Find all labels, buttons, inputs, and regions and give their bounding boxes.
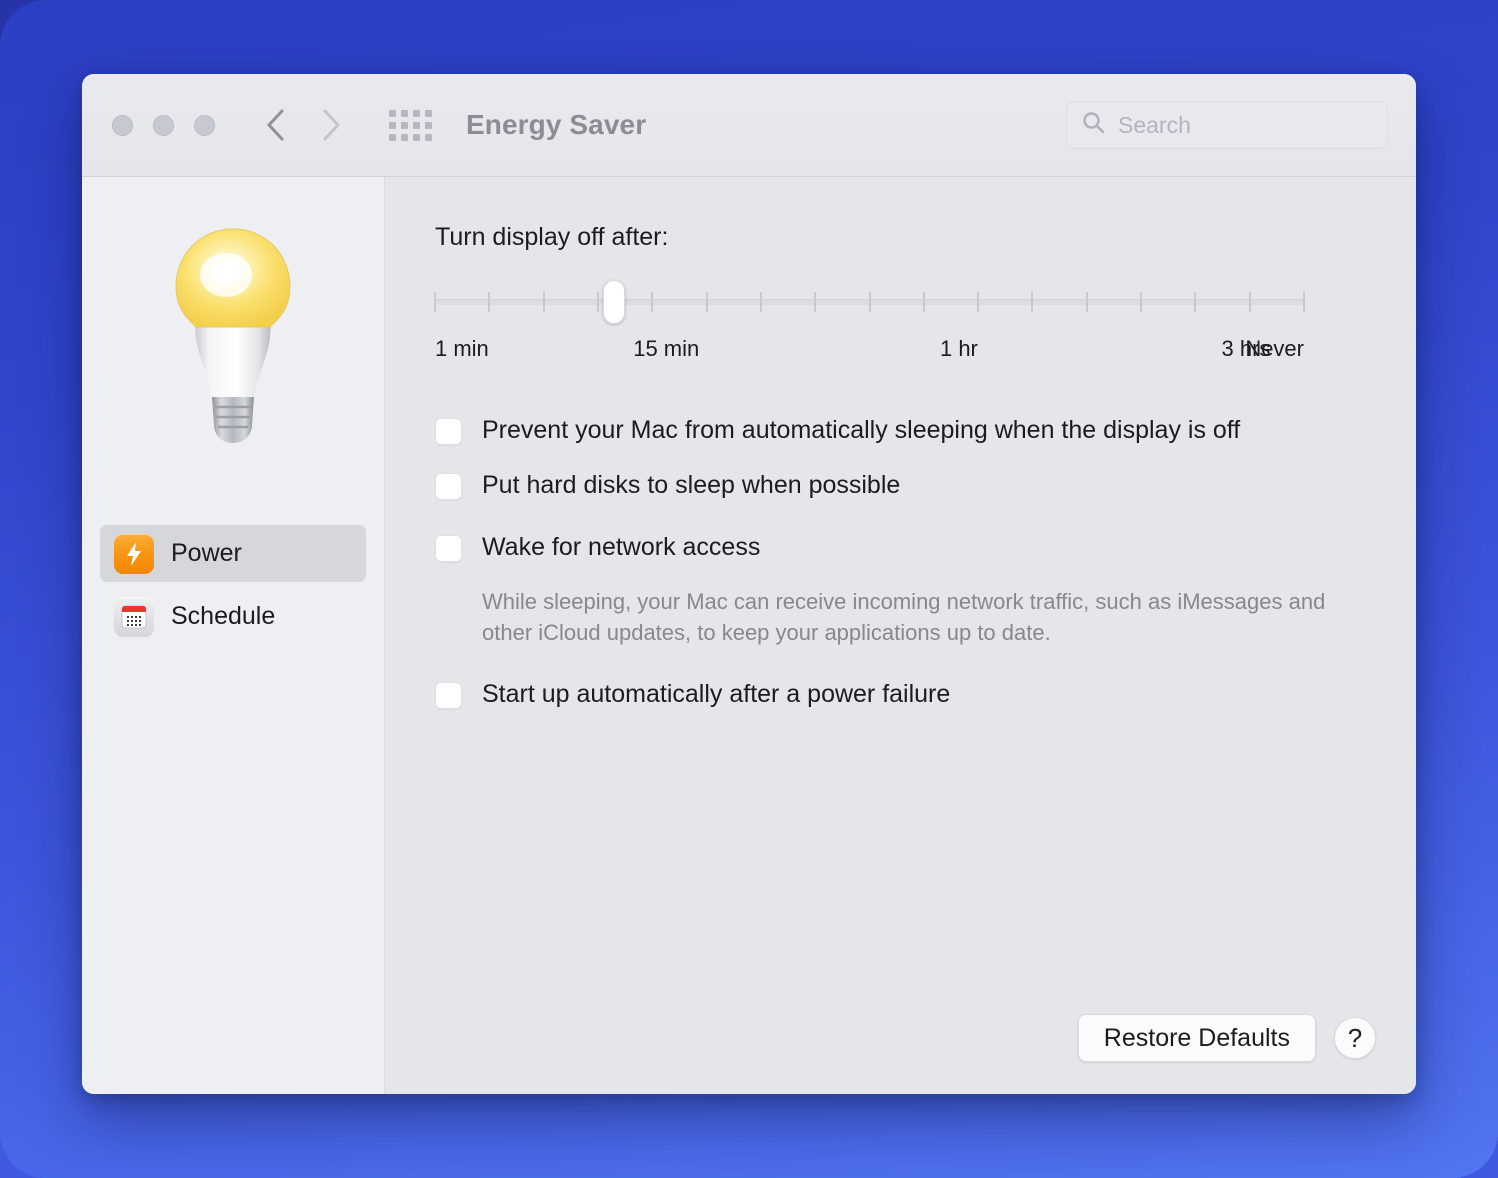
wake-network-description: While sleeping, your Mac can receive inc… — [482, 589, 1326, 646]
sidebar-item-power[interactable]: Power — [100, 525, 366, 582]
window-title: Energy Saver — [466, 109, 647, 140]
content-pane: Turn display off after: 1 min 15 min 1 hr 3… — [385, 177, 1416, 1094]
checkbox-row-wake-network[interactable]: Wake for network access — [435, 531, 1376, 563]
window-titlebar: Energy Saver Search — [82, 74, 1416, 177]
search-input[interactable]: Search — [1118, 112, 1191, 139]
grid-dot — [401, 109, 408, 117]
grid-dot — [389, 109, 396, 117]
grid-dot — [401, 121, 408, 129]
grid-dot — [413, 121, 420, 129]
screen-corner-bottom-left — [0, 1132, 46, 1178]
back-chevron-icon[interactable] — [263, 105, 289, 145]
grid-dot — [425, 121, 432, 129]
slider-ticks — [434, 292, 1305, 312]
display-sleep-slider-block: 1 min 15 min 1 hr 3 hrs Never — [434, 280, 1305, 370]
checkbox-power-failure[interactable] — [435, 682, 462, 710]
zoom-button[interactable] — [194, 114, 215, 136]
checkbox-wake-network-label: Wake for network access — [482, 533, 761, 561]
checkbox-wake-network[interactable] — [435, 535, 462, 562]
sidebar: Power Schedule — [82, 177, 385, 1094]
grid-dot — [413, 109, 420, 117]
grid-dot — [389, 121, 396, 129]
slider-tick — [596, 292, 599, 312]
show-all-preferences-icon[interactable] — [389, 109, 432, 141]
energy-saver-window: Energy Saver Search Power Schedule Turn … — [82, 74, 1416, 1094]
slider-tick — [868, 292, 871, 312]
checkbox-row-hard-disk-sleep[interactable]: Put hard disks to sleep when possible — [435, 469, 1376, 501]
checkbox-hard-disk-sleep-label: Put hard disks to sleep when possible — [482, 471, 901, 499]
checkbox-prevent-sleep-label: Prevent your Mac from automatically slee… — [482, 416, 1241, 444]
slider-tick — [1303, 292, 1305, 312]
slider-tick — [1085, 292, 1088, 312]
grid-dot — [413, 133, 420, 141]
window-body: Power Schedule Turn display off after: 1… — [82, 177, 1416, 1094]
checkbox-power-failure-label: Start up automatically after a power fai… — [482, 680, 951, 709]
search-field[interactable]: Search — [1066, 101, 1388, 149]
slider-tick — [488, 292, 491, 312]
display-sleep-slider[interactable] — [434, 280, 1305, 324]
slider-thumb[interactable] — [603, 280, 625, 324]
forward-chevron-icon[interactable] — [317, 105, 343, 145]
slider-tick — [759, 292, 762, 312]
grid-dot — [401, 133, 408, 141]
slider-tick — [1248, 292, 1251, 312]
slider-tick — [814, 292, 817, 312]
slider-tick — [705, 292, 708, 312]
grid-dot — [389, 133, 396, 141]
slider-tick — [922, 292, 925, 312]
restore-defaults-button[interactable]: Restore Defaults — [1077, 1014, 1316, 1062]
slider-label: 15 min — [633, 336, 700, 361]
navigation-arrows — [263, 105, 343, 145]
lightbulb-icon — [148, 219, 318, 459]
help-button[interactable]: ? — [1334, 1017, 1376, 1059]
slider-label: 1 min — [435, 336, 489, 361]
sidebar-item-schedule-label: Schedule — [171, 602, 276, 630]
slider-label: 1 hr — [939, 336, 978, 361]
checkbox-row-power-failure[interactable]: Start up automatically after a power fai… — [435, 678, 1376, 710]
slider-label: Never — [1245, 336, 1304, 361]
close-button[interactable] — [112, 114, 133, 136]
sidebar-item-schedule[interactable]: Schedule — [100, 588, 366, 645]
slider-tick — [651, 292, 654, 312]
slider-tick-labels: 1 min 15 min 1 hr 3 hrs Never — [435, 336, 1304, 370]
power-bolt-icon — [114, 533, 154, 574]
screen-corner-bottom-right — [1452, 1132, 1498, 1178]
search-icon — [1081, 110, 1106, 140]
slider-tick — [434, 292, 436, 312]
options-list: Prevent your Mac from automatically slee… — [435, 414, 1376, 710]
checkbox-row-prevent-sleep[interactable]: Prevent your Mac from automatically slee… — [435, 414, 1376, 446]
checkbox-prevent-sleep[interactable] — [435, 418, 462, 445]
slider-tick — [977, 292, 980, 312]
traffic-lights — [112, 114, 215, 136]
display-sleep-title: Turn display off after: — [435, 223, 669, 251]
grid-dot — [425, 133, 432, 141]
minimize-button[interactable] — [153, 114, 174, 136]
sidebar-item-power-label: Power — [171, 539, 242, 567]
footer-buttons: Restore Defaults ? — [1077, 1014, 1376, 1062]
slider-tick — [542, 292, 545, 312]
grid-dot — [425, 109, 432, 117]
calendar-icon — [114, 596, 154, 637]
slider-tick — [1140, 292, 1143, 312]
screen-corner-top-left — [0, 0, 46, 46]
slider-tick — [1031, 292, 1034, 312]
sidebar-list: Power Schedule — [82, 525, 384, 645]
slider-tick — [1194, 292, 1197, 312]
checkbox-hard-disk-sleep[interactable] — [435, 473, 462, 500]
